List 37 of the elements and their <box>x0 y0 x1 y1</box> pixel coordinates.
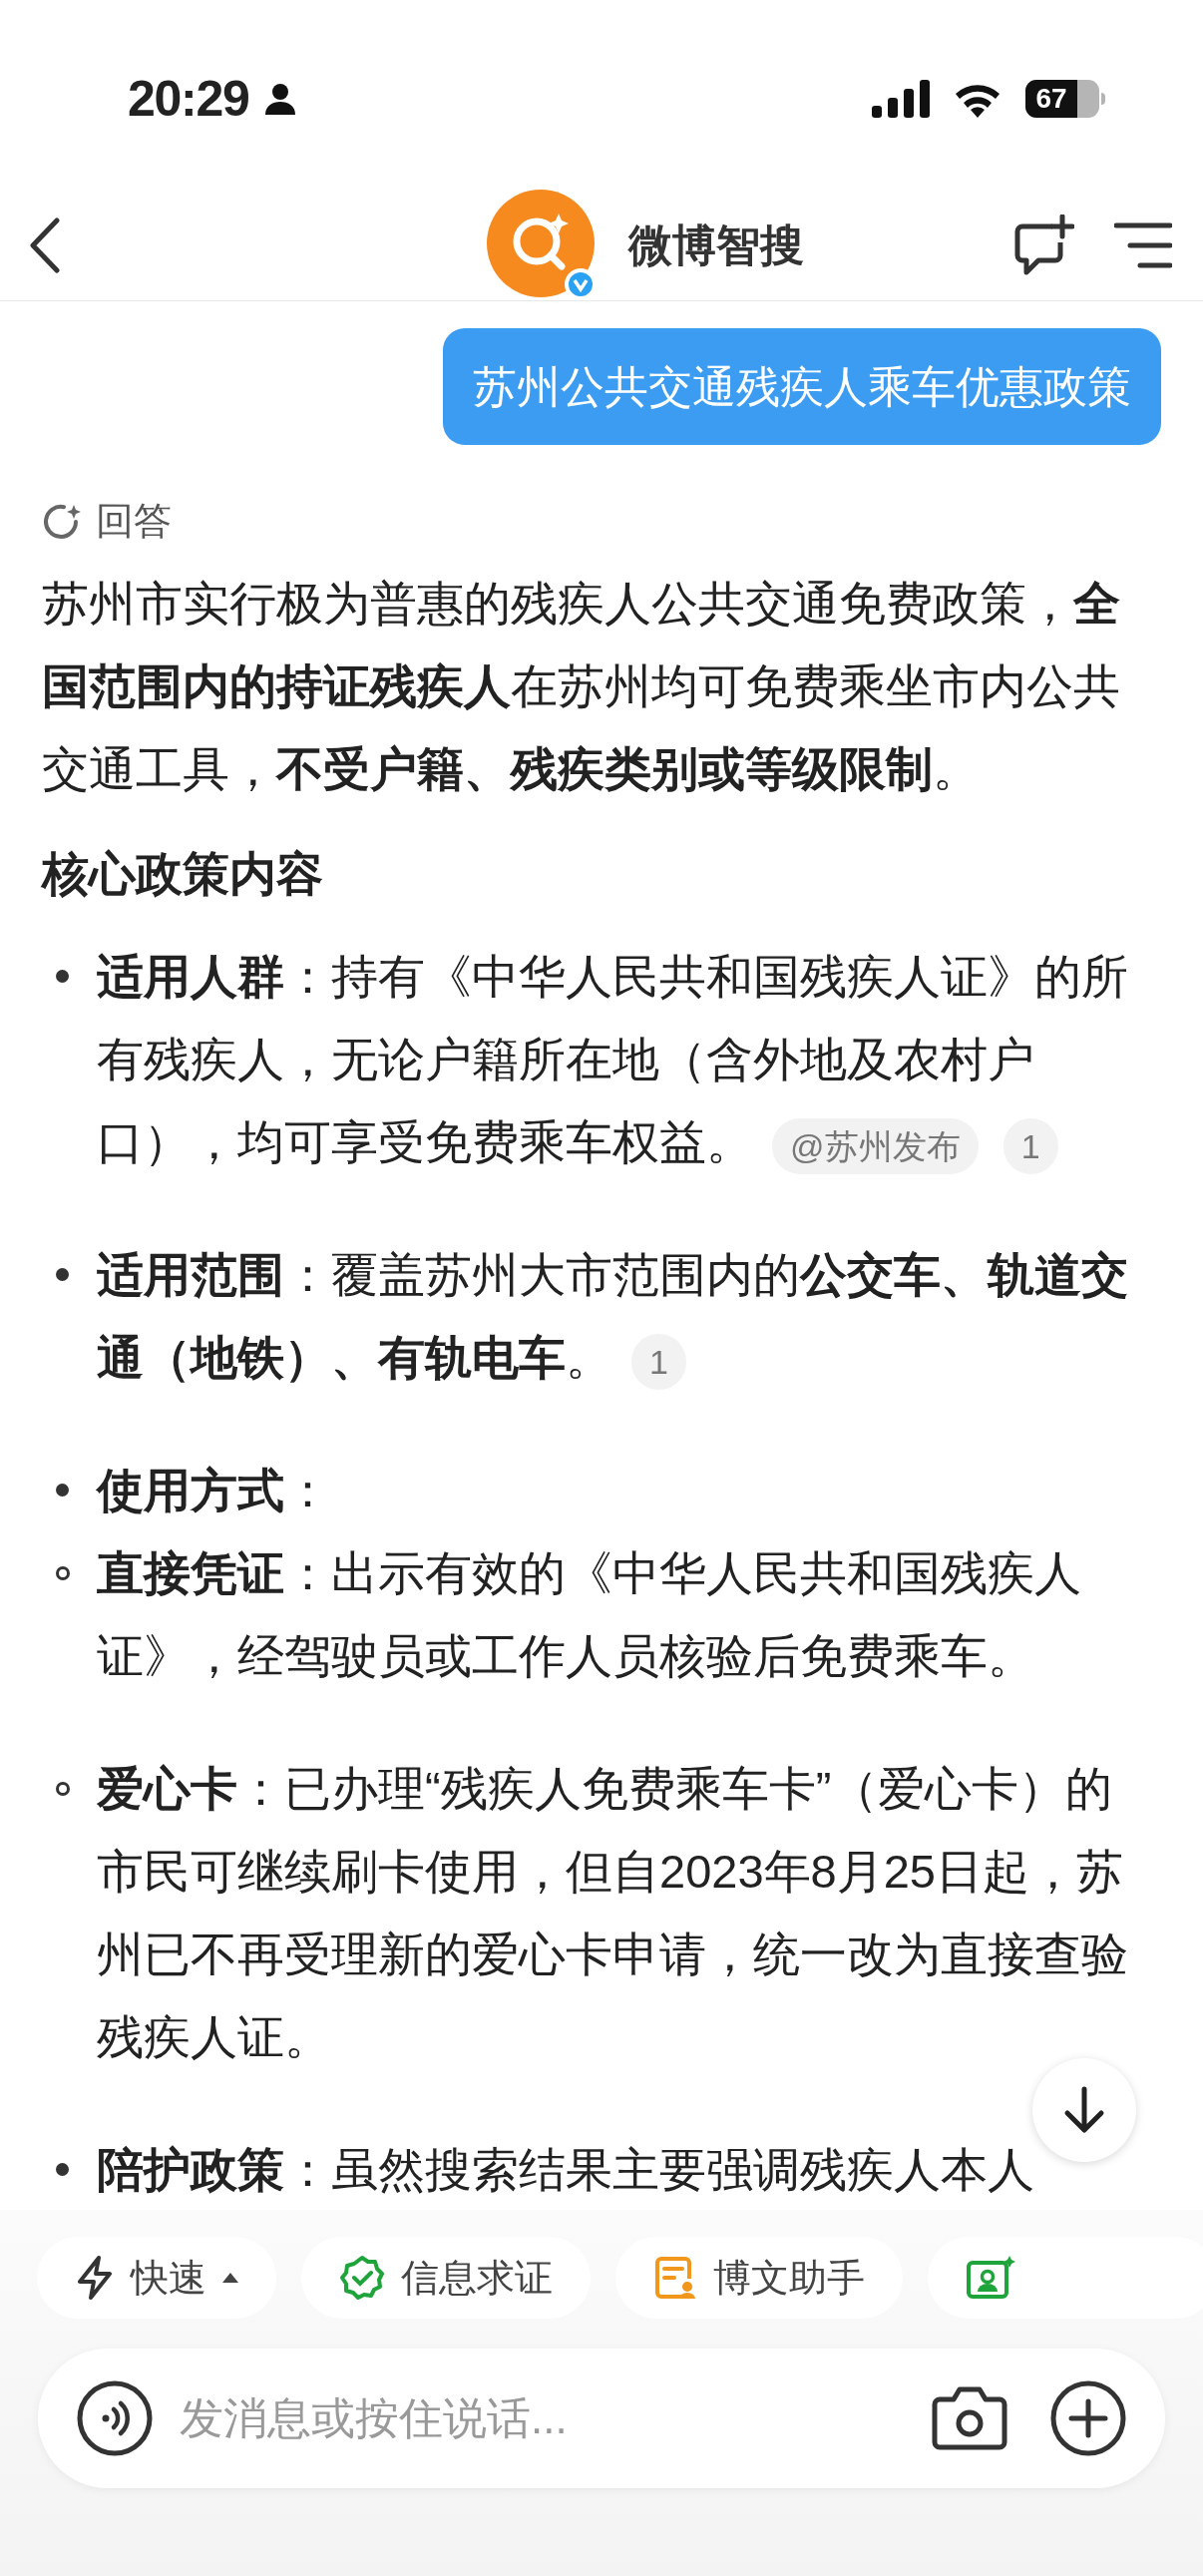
message-input-bar[interactable]: 发消息或按住说话... <box>38 2349 1165 2488</box>
scroll-down-button[interactable] <box>1032 2058 1136 2162</box>
message-input-field[interactable]: 发消息或按住说话... <box>180 2385 932 2451</box>
arrow-down-icon <box>1062 2086 1106 2134</box>
tool-chip[interactable]: 信息求证 <box>301 2237 591 2319</box>
tool-chip[interactable]: 博文助手 <box>615 2237 903 2319</box>
bullet-icon <box>56 2163 69 2176</box>
tool-chip-icon-only[interactable] <box>928 2237 1203 2319</box>
check-badge-icon <box>339 2255 385 2301</box>
caret-icon <box>222 2273 238 2283</box>
list-item-text: 爱心卡：已办理“残疾人免费乘车卡”（爱心卡）的市民可继续刷卡使用，但自2023年8月25日起，苏州已不再受理新的爱心卡申请，统一改为直接查验残疾人证。 <box>97 1761 1129 2065</box>
answer-label: 回答 <box>96 499 172 544</box>
bullet-icon <box>56 1268 69 1281</box>
document-person-icon <box>653 2255 697 2301</box>
user-message-bubble: 苏州公共交通残疾人乘车优惠政策 <box>443 328 1161 445</box>
list-item-text: 陪护政策：虽然搜索结果主要强调残疾人本人 <box>97 2142 1035 2198</box>
battery-percent: 67 <box>1035 85 1067 113</box>
person-icon <box>262 82 297 116</box>
list-item-text: 直接凭证：出示有效的《中华人民共和国残疾人证》，经驾驶员或工作人员核验后免费乘车。 <box>97 1545 1082 1684</box>
bullet-icon <box>56 1781 70 1796</box>
signal-icon <box>872 80 930 118</box>
lightning-icon <box>75 2255 115 2301</box>
answer-paragraph: 苏州市实行极为普惠的残疾人公共交通免费政策，全国范围内的持证残疾人在苏州均可免费乘坐市内公共交通工具，不受户籍、残疾类别或等级限制。 <box>42 576 1121 797</box>
voice-button[interactable] <box>76 2379 154 2457</box>
status-time: 20:29 <box>128 69 249 129</box>
bullet-icon <box>56 970 69 983</box>
portrait-sparkle-icon <box>966 2255 1015 2301</box>
list-item-text: 使用方式： <box>97 1463 332 1518</box>
add-button[interactable] <box>1049 2379 1127 2457</box>
bullet-icon <box>56 1484 69 1497</box>
tool-chip[interactable]: 快速 <box>37 2237 276 2319</box>
list-item-text: 适用人群：持有《中华人民共和国残疾人证》的所有残疾人，无论户籍所在地（含外地及农村户口），均可享受免费乘车权益。 @苏州发布 1 <box>97 935 1159 1183</box>
camera-button[interactable] <box>932 2384 1007 2452</box>
section-heading: 核心政策内容 <box>42 846 324 902</box>
bullet-icon <box>56 1565 70 1580</box>
app-title: 微博智搜 <box>628 218 804 271</box>
list-item-text: 适用范围：覆盖苏州大市范围内的公交车、轨道交通（地铁）、有轨电车。 1 <box>97 1233 1159 1399</box>
